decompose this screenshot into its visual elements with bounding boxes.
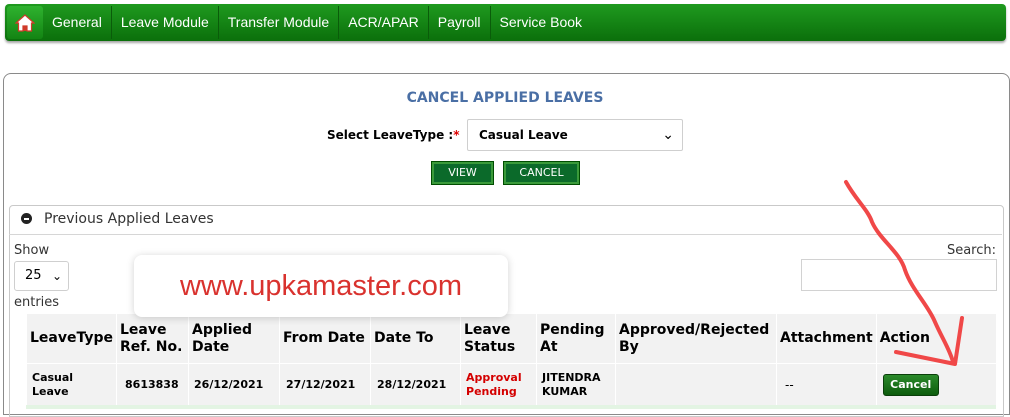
col-applied-line2: Date — [192, 338, 230, 355]
watermark-label: www.upkamaster.com — [134, 255, 508, 317]
col-action-label: Action — [879, 330, 930, 346]
col-ref-no[interactable]: Leave Ref. No. — [116, 313, 190, 364]
cell-pending-line1: JITENDRA — [542, 370, 601, 384]
table-header-row: LeaveType Leave Ref. No. Applied Date From… — [25, 313, 997, 364]
collapse-icon[interactable] — [21, 213, 32, 224]
leave-type-label: Select LeaveType :* — [327, 128, 459, 142]
page-length-select[interactable]: 25 ⌄ — [14, 261, 69, 291]
col-pending-at[interactable]: Pending At — [536, 313, 617, 364]
next-row-strip — [26, 405, 996, 409]
col-approved-line2: By — [619, 338, 639, 355]
cell-pending-line2: KUMAR — [542, 384, 588, 398]
leave-type-select-value: Casual Leave — [479, 128, 568, 142]
cell-status-line2: Pending — [466, 384, 517, 398]
col-leave-status[interactable]: Leave Status — [460, 313, 538, 364]
home-icon — [15, 13, 35, 32]
entries-label: entries — [14, 295, 60, 310]
col-date-to[interactable]: Date To — [370, 313, 462, 364]
cell-approved-by — [615, 363, 778, 406]
col-applied-date[interactable]: Applied Date — [188, 313, 281, 364]
col-leave-type-label: LeaveType — [30, 330, 114, 346]
col-ref-no-line1: Leave — [120, 321, 167, 338]
top-navbar: General Leave Module Transfer Module ACR… — [5, 4, 1006, 41]
col-status-line2: Status — [464, 338, 516, 355]
col-pending-line2: At — [540, 338, 558, 355]
nav-service-book[interactable]: Service Book — [491, 6, 591, 39]
chevron-down-icon: ⌄ — [662, 127, 674, 143]
nav-general[interactable]: General — [43, 6, 112, 39]
cell-applied-date: 26/12/2021 — [188, 363, 281, 406]
cell-status-line1: Approval — [466, 370, 522, 384]
cell-date-to: 28/12/2021 — [370, 363, 462, 406]
cell-action: Cancel — [875, 363, 997, 406]
col-approved-line1: Approved/Rejected — [619, 321, 770, 338]
nav-leave-module[interactable]: Leave Module — [112, 6, 219, 39]
page-length-value: 25 — [25, 268, 42, 283]
nav-payroll[interactable]: Payroll — [429, 6, 491, 39]
cell-from-date: 27/12/2021 — [279, 363, 372, 406]
col-from-date-label: From Date — [283, 330, 365, 346]
table-row: Casual Leave 8613838 26/12/2021 27/12/202… — [25, 363, 997, 406]
view-button[interactable]: VIEW — [431, 161, 494, 185]
cell-leave-type-line2: Leave — [32, 384, 69, 398]
row-cancel-button[interactable]: Cancel — [882, 373, 939, 396]
page-title: CANCEL APPLIED LEAVES — [406, 90, 604, 106]
col-approved-by[interactable]: Approved/Rejected By — [615, 313, 778, 364]
leaves-table: LeaveType Leave Ref. No. Applied Date From… — [25, 313, 997, 406]
col-leave-type[interactable]: LeaveType — [25, 313, 118, 364]
col-action[interactable]: Action — [875, 313, 997, 364]
show-label: Show — [14, 243, 50, 258]
cell-pending-at: JITENDRA KUMAR — [536, 363, 617, 406]
leave-type-label-text: Select LeaveType : — [327, 128, 454, 142]
col-ref-no-line2: Ref. No. — [120, 338, 183, 355]
leave-type-select[interactable]: Casual Leave ⌄ — [467, 119, 683, 151]
cell-leave-type-line1: Casual — [32, 370, 74, 384]
cell-attachment: -- — [776, 363, 877, 406]
required-mark: * — [453, 128, 460, 142]
cell-ref-no: 8613838 — [116, 363, 190, 406]
search-input[interactable] — [801, 259, 997, 291]
nav-acr-apar[interactable]: ACR/APAR — [339, 6, 429, 39]
col-attachment[interactable]: Attachment — [776, 313, 877, 364]
col-from-date[interactable]: From Date — [279, 313, 372, 364]
col-status-line1: Leave — [464, 321, 511, 338]
search-label: Search: — [946, 243, 996, 258]
chevron-down-icon: ⌄ — [51, 269, 62, 283]
nav-transfer-module[interactable]: Transfer Module — [219, 6, 340, 39]
home-button[interactable] — [7, 6, 43, 39]
col-pending-line1: Pending — [540, 321, 605, 338]
cell-leave-status: Approval Pending — [460, 363, 538, 406]
cancel-form-button[interactable]: CANCEL — [503, 161, 580, 185]
col-date-to-label: Date To — [374, 330, 434, 346]
cell-leave-type: Casual Leave — [25, 363, 118, 406]
col-applied-line1: Applied — [192, 321, 253, 338]
previous-leaves-title: Previous Applied Leaves — [44, 211, 214, 227]
col-attachment-label: Attachment — [780, 330, 873, 346]
